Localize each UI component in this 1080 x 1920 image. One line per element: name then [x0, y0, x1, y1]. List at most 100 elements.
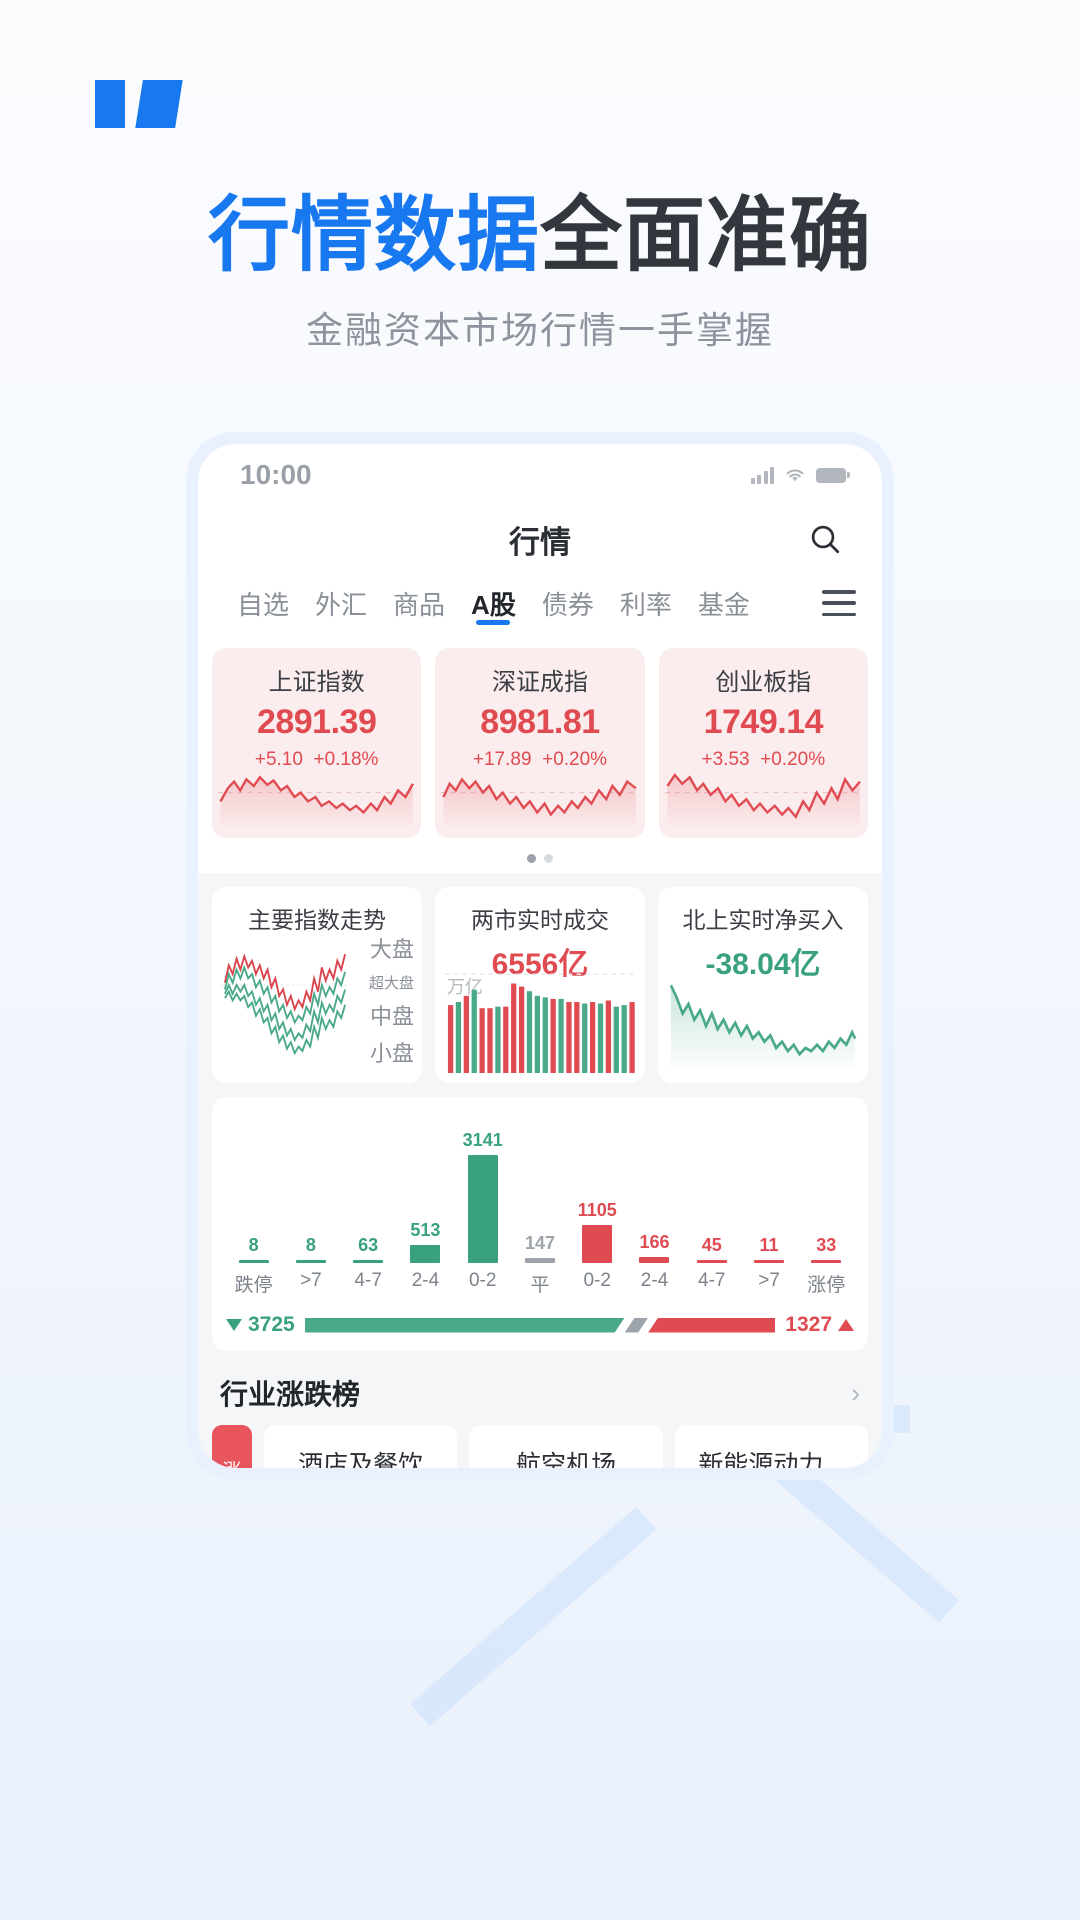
index-sparkline: [664, 764, 862, 830]
background-decor-line-b: [410, 1506, 657, 1727]
distribution-category-label: 0-2: [468, 1270, 497, 1291]
distribution-value-label: 166: [639, 1232, 670, 1252]
hero-headline-primary: 行情数据: [207, 190, 540, 281]
category-tab-bar[interactable]: 自选 外汇 商品 A股 债券 利率 基金: [198, 572, 882, 634]
tab-jijin[interactable]: 基金: [685, 572, 763, 634]
distribution-bar: [238, 1260, 269, 1263]
legend-chaodapan: 超大盘: [368, 975, 414, 992]
decliners-summary: 3725: [226, 1313, 295, 1337]
battery-icon: [816, 467, 850, 483]
logo-bar-right: [135, 80, 183, 128]
status-icons: [750, 466, 850, 484]
distribution-category-label: 跌停: [234, 1275, 273, 1296]
brand-logo-icon: [95, 80, 179, 128]
industry-name: 航空机场: [515, 1451, 616, 1468]
index-card[interactable]: 深证成指 8981.81 +17.89 +0.20%: [435, 648, 645, 838]
wifi-icon: [786, 469, 804, 482]
multi-index-line-chart: [222, 941, 348, 1073]
index-name: 深证成指: [491, 669, 588, 696]
legend-dapan: 大盘: [369, 937, 414, 962]
northbound-card[interactable]: 北上实时净买入 -38.04亿: [658, 887, 868, 1083]
screen-content: 上证指数 2891.39 +5.10 +0.18% 深证成指 8981.81 +…: [198, 634, 882, 1468]
status-time: 10:00: [240, 459, 312, 490]
decliners-count: 3725: [248, 1313, 295, 1336]
distribution-value-label: 11: [759, 1235, 779, 1255]
index-value: 1749.14: [703, 703, 824, 741]
industry-sort-badge[interactable]: 涨 幅: [212, 1425, 252, 1468]
tab-zixuan[interactable]: 自选: [224, 572, 302, 634]
advancers-count: 1327: [785, 1313, 832, 1336]
card-title: 两市实时成交: [471, 907, 609, 933]
advancers-summary: 1327: [785, 1313, 854, 1337]
distribution-bar: [639, 1257, 670, 1263]
distribution-category-label: 平: [530, 1275, 550, 1296]
phone-screen: 10:00 行情 自选 外汇 商品 A股 债券 利率 基金 上证指数 2891.…: [198, 444, 882, 1468]
index-sparkline: [218, 764, 416, 830]
distribution-bar-chart: 8 8 63 513 3141 147 1105 166 45 11 33: [226, 1113, 854, 1263]
hamburger-menu-icon[interactable]: [822, 590, 856, 616]
distribution-bar: [524, 1258, 555, 1263]
industry-sort-badge-line1: 涨: [222, 1461, 241, 1468]
trend-legend: 大盘 超大盘 中盘 小盘: [369, 939, 414, 1065]
distribution-value-label: 8: [305, 1235, 316, 1255]
carousel-pagination-dots[interactable]: [198, 842, 882, 873]
tab-agu[interactable]: A股: [458, 572, 529, 634]
arrow-up-icon: [838, 1319, 854, 1331]
index-card-carousel[interactable]: 上证指数 2891.39 +5.10 +0.18% 深证成指 8981.81 +…: [198, 634, 882, 842]
tab-waihui[interactable]: 外汇: [302, 572, 380, 634]
advance-decline-distribution-card[interactable]: 8 8 63 513 3141 147 1105 166 45 11 33 跌停 >7 4-7 2-4 0-…: [212, 1097, 868, 1351]
distribution-value-label: 147: [524, 1233, 555, 1253]
distribution-value-label: 33: [816, 1235, 837, 1255]
index-card[interactable]: 上证指数 2891.39 +5.10 +0.18%: [212, 648, 422, 838]
industry-card[interactable]: 航空机场 +1.86%: [469, 1425, 663, 1468]
tab-shangpin[interactable]: 商品: [380, 572, 458, 634]
turnover-card[interactable]: 两市实时成交 6556亿 万亿: [435, 887, 645, 1083]
index-trend-card[interactable]: 主要指数走势 大盘 超大盘 中盘 小盘: [212, 887, 422, 1083]
distribution-bar: [754, 1260, 785, 1263]
search-icon[interactable]: [808, 522, 842, 556]
distribution-column: 166: [627, 1232, 682, 1263]
chevron-right-icon[interactable]: ›: [851, 1378, 860, 1409]
northbound-area-chart: [668, 979, 858, 1073]
distribution-bar: [353, 1260, 384, 1263]
distribution-category-label: 4-7: [698, 1270, 726, 1291]
app-header: 行情: [198, 506, 882, 572]
hero-subheadline: 金融资本市场行情一手掌握: [306, 310, 774, 351]
distribution-column: 63: [341, 1235, 396, 1263]
pagination-dot-2[interactable]: [544, 854, 553, 863]
distribution-bar: [811, 1260, 842, 1263]
distribution-column: 1105: [570, 1200, 625, 1263]
card-title: 主要指数走势: [248, 907, 386, 933]
pagination-dot-1[interactable]: [527, 854, 536, 863]
arrow-down-icon: [226, 1319, 242, 1331]
market-breadth-row: 3725 1327: [226, 1313, 854, 1337]
industry-section-title: 行业涨跌榜: [220, 1379, 361, 1410]
index-value: 8981.81: [480, 703, 600, 741]
distribution-category-label: >7: [758, 1270, 780, 1291]
distribution-category-label: 2-4: [411, 1270, 440, 1291]
industry-card[interactable]: 酒店及餐饮 +2.92%: [264, 1425, 458, 1468]
breadth-segment-down: [305, 1318, 625, 1333]
index-card[interactable]: 创业板指 1749.14 +3.53 +0.20%: [658, 648, 868, 838]
industry-card[interactable]: 新能源动力... +1.81%: [674, 1425, 868, 1468]
breadth-ratio-bar: [305, 1317, 776, 1333]
index-value: 2891.39: [256, 703, 377, 741]
signal-bars-icon: [750, 466, 774, 484]
distribution-bar: [295, 1260, 326, 1263]
industry-name: 新能源动力...: [698, 1451, 845, 1468]
tab-zhaiquan[interactable]: 债券: [529, 572, 607, 634]
distribution-column: 513: [398, 1220, 453, 1263]
distribution-axis-labels: 跌停 >7 4-7 2-4 0-2 平 0-2 2-4 4-7 >7 涨停: [226, 1270, 854, 1297]
card-title: 北上实时净买入: [682, 907, 844, 933]
turnover-bar-chart: [445, 965, 635, 1073]
distribution-column: 8: [226, 1235, 281, 1263]
legend-zhongpan: 中盘: [369, 1004, 414, 1029]
hero-headline-secondary: 全面准确: [540, 190, 873, 281]
industry-card-row: 涨 幅 酒店及餐饮 +2.92% 航空机场 +1.86% 新能源动力... +1…: [198, 1425, 882, 1468]
industry-name: 酒店及餐饮: [298, 1451, 424, 1468]
industry-section-header[interactable]: 行业涨跌榜 ›: [198, 1351, 882, 1425]
northbound-value: -38.04亿: [705, 948, 821, 981]
breadth-segment-flat: [625, 1318, 649, 1333]
tab-lilv[interactable]: 利率: [607, 572, 685, 634]
distribution-value-label: 1105: [577, 1200, 617, 1220]
